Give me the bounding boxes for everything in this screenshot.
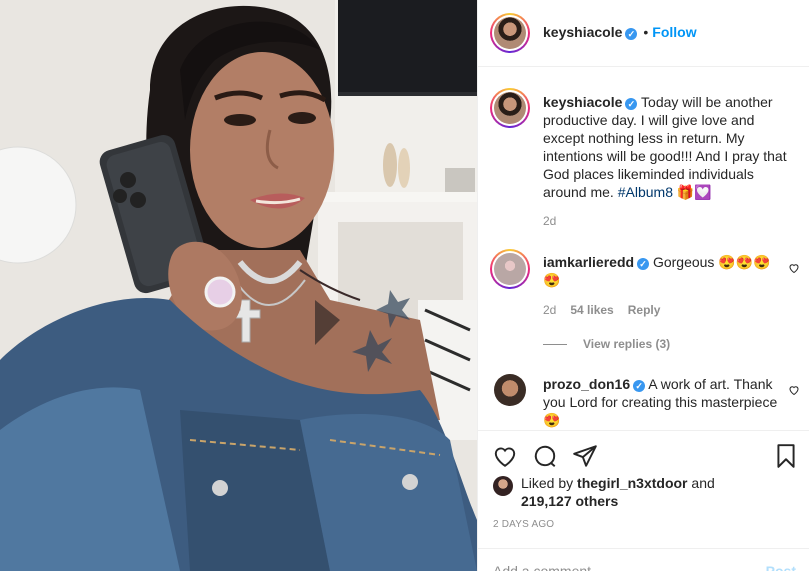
reply-button[interactable]: Reply bbox=[628, 303, 661, 317]
commenter-avatar[interactable] bbox=[494, 374, 526, 406]
comment-item: iamkarlieredd ✓ Gorgeous 😍😍😍😍 bbox=[543, 253, 788, 289]
replies-divider bbox=[543, 344, 567, 346]
like-heart-icon[interactable] bbox=[492, 443, 518, 469]
action-bar bbox=[478, 430, 809, 478]
liker-avatar[interactable] bbox=[493, 476, 513, 496]
like-comment-heart-icon[interactable] bbox=[788, 262, 800, 274]
comment-meta: 2d 54 likes Reply bbox=[543, 303, 660, 317]
post-comment-button[interactable]: Post bbox=[766, 563, 796, 571]
commenter-avatar[interactable] bbox=[490, 249, 530, 289]
likes-count[interactable]: 219,127 others bbox=[521, 493, 618, 509]
caption-author-avatar[interactable] bbox=[490, 88, 530, 128]
view-replies-label: View replies (3) bbox=[583, 337, 671, 351]
author-username[interactable]: keyshiacole bbox=[543, 24, 622, 40]
like-comment-heart-icon[interactable] bbox=[788, 384, 800, 396]
view-replies-button[interactable]: View replies (3) bbox=[543, 337, 670, 351]
comment-time[interactable]: 2d bbox=[543, 303, 556, 317]
post-header: keyshiacole ✓ • Follow bbox=[478, 0, 809, 67]
liked-by-and: and bbox=[691, 475, 715, 491]
separator-dot: • bbox=[643, 24, 649, 40]
comment-bubble-icon[interactable] bbox=[532, 443, 558, 469]
verified-badge-icon: ✓ bbox=[637, 258, 650, 270]
verified-badge-icon: ✓ bbox=[633, 380, 646, 392]
share-send-icon[interactable] bbox=[572, 443, 598, 469]
add-comment-bar: Add a comment... Post bbox=[478, 548, 809, 571]
liker-username[interactable]: thegirl_n3xtdoor bbox=[577, 475, 687, 491]
comment-item: prozo_don16 ✓ A work of art. Thank you Lo… bbox=[543, 375, 788, 429]
verified-badge-icon: ✓ bbox=[625, 98, 638, 110]
hashtag-link[interactable]: #Album8 bbox=[618, 184, 673, 200]
save-bookmark-icon[interactable] bbox=[773, 443, 799, 469]
likes-summary: Liked by thegirl_n3xtdoor and 219,127 ot… bbox=[493, 474, 793, 510]
caption-username[interactable]: keyshiacole bbox=[543, 94, 622, 110]
verified-badge-icon: ✓ bbox=[625, 28, 638, 40]
post-side-panel: keyshiacole ✓ • Follow keyshiacole ✓ Today w… bbox=[477, 0, 809, 571]
caption-time[interactable]: 2d bbox=[543, 214, 556, 228]
comments-list[interactable]: keyshiacole ✓ Today will be another produ… bbox=[478, 68, 809, 430]
post-photo-illustration bbox=[0, 0, 477, 571]
post-timestamp[interactable]: 2 DAYS AGO bbox=[493, 519, 554, 530]
author-avatar[interactable] bbox=[490, 13, 530, 53]
caption: keyshiacole ✓ Today will be another produ… bbox=[543, 93, 788, 201]
comment-input[interactable]: Add a comment... bbox=[493, 563, 603, 571]
follow-button[interactable]: Follow bbox=[652, 24, 696, 40]
comment-username[interactable]: iamkarlieredd bbox=[543, 254, 634, 270]
post-photo[interactable] bbox=[0, 0, 477, 571]
comment-likes[interactable]: 54 likes bbox=[570, 303, 613, 317]
liked-by-prefix: Liked by bbox=[521, 475, 574, 491]
caption-emojis: 🎁💟 bbox=[676, 184, 712, 200]
comment-username[interactable]: prozo_don16 bbox=[543, 376, 630, 392]
